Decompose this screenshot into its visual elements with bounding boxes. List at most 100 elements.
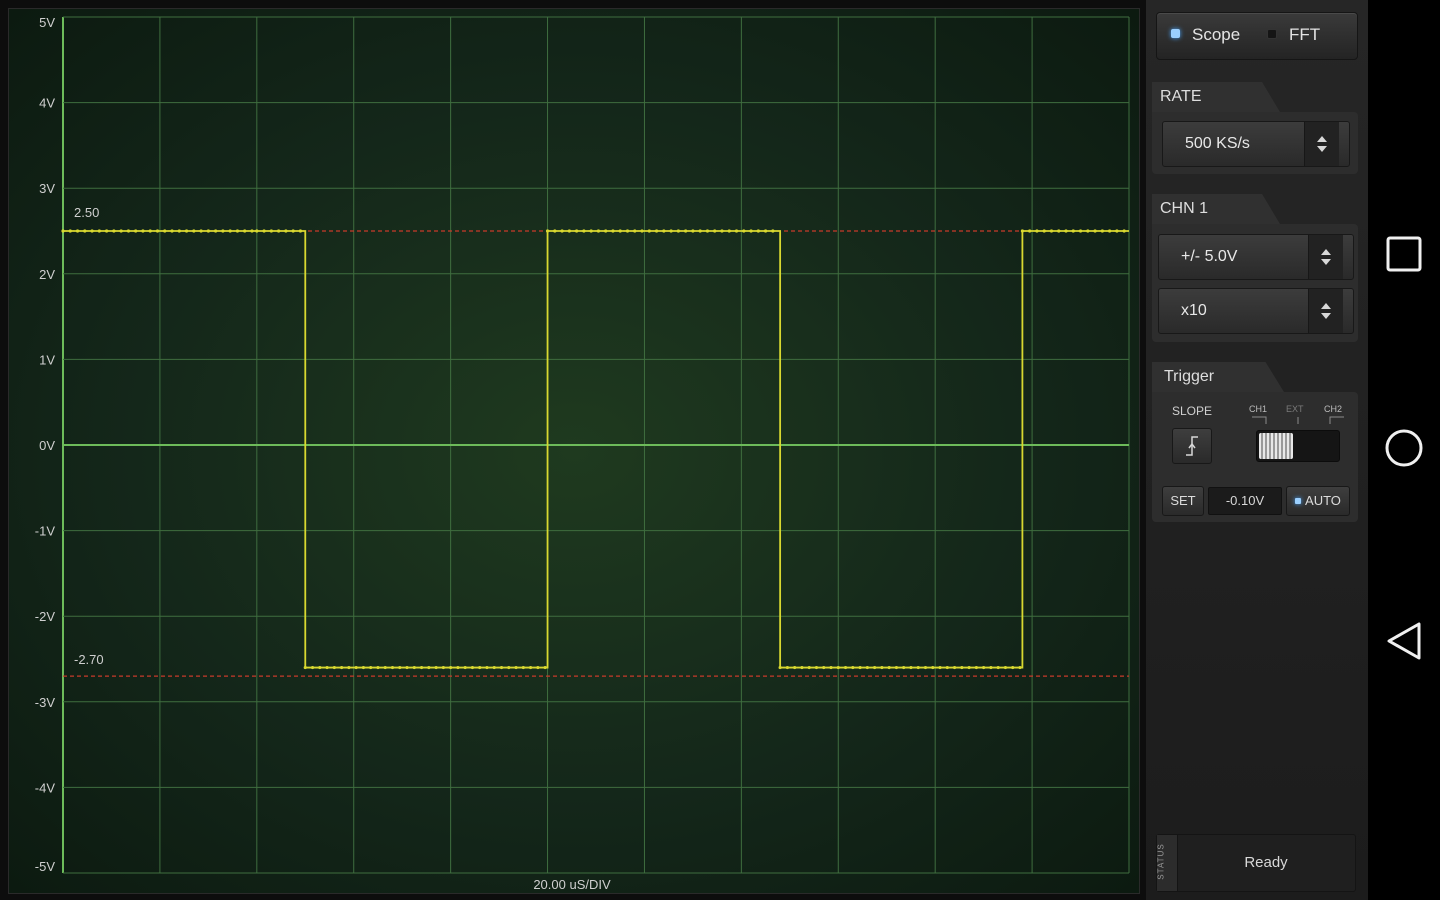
trigger-auto-button[interactable]: AUTO [1286,486,1350,516]
trace-sample-point [192,229,196,233]
trace-sample-point [1100,229,1104,233]
scope-mode-option[interactable]: Scope [1171,25,1240,45]
trace-sample-point [589,229,593,233]
trace-sample-point [873,665,877,670]
select-arrows-icon [1304,122,1339,166]
trace-sample-point [967,665,971,670]
trace-sample-point [543,665,547,670]
rate-title: RATE [1152,82,1280,112]
scope-plot: 5V 4V 3V 2V 1V 0V -1V -2V -3V -4V -5V 2.50 -2.70 20.0… [35,15,1130,892]
trigger-level-field[interactable]: -0.10V [1208,487,1282,515]
source-ext-label: EXT [1286,404,1304,414]
trace-sample-point [1115,229,1119,233]
recent-apps-button[interactable] [1384,234,1424,274]
trace-sample-point [618,229,622,233]
trace-sample-point [284,229,288,233]
trace-sample-point [865,665,869,670]
trace-sample-point [163,229,167,233]
auto-indicator [1295,497,1302,504]
rate-select[interactable]: 500 KS/s [1162,121,1350,167]
y-axis-tick-label: 3V [39,181,55,196]
trace-sample-point [793,665,797,670]
trace-sample-point [785,665,789,670]
scope-radio-indicator [1171,29,1180,39]
trace-sample-point [1108,229,1112,233]
scope-mode-label: Scope [1192,25,1241,44]
trace-sample-point [836,665,840,670]
trace-sample-point [923,665,928,670]
trace-sample-point [633,229,637,233]
trace-sample-point [749,229,753,233]
trace-sample-point [727,229,731,233]
trace-sample-point [560,229,564,233]
trace-sample-point [376,665,380,670]
trace-sample-point [412,665,416,670]
probe-value: x10 [1181,302,1207,319]
trace-sample-point [405,665,409,670]
trace-sample-point [756,229,760,233]
trace-sample-point [1057,229,1061,233]
trace-sample-point [1064,229,1068,233]
fft-mode-label: FFT [1289,25,1321,44]
trace-sample-point [354,665,358,670]
trace-sample-point [398,665,402,670]
back-button[interactable] [1384,621,1424,661]
trace-sample-point [778,665,782,670]
trace-sample-point [148,229,152,233]
trigger-body: SLOPE CH1 EXT CH2 SET -0.10V AUTO [1152,392,1358,522]
trace-sample-point [269,229,273,233]
y-axis-tick-label: -1V [35,524,56,539]
source-selector-ticks [1252,416,1344,424]
rising-edge-icon [1186,436,1198,456]
trace-sample-point [332,665,336,670]
source-ch1-label: CH1 [1249,404,1268,414]
trace-sample-point [676,229,680,233]
y-axis-tick-label: -5V [35,859,56,874]
slope-button[interactable] [1172,428,1212,464]
rate-section: RATE 500 KS/s [1152,82,1358,176]
trace-sample-point [807,665,811,670]
probe-select[interactable]: x10 [1158,288,1354,334]
voltage-range-select[interactable]: +/- 5.0V [1158,234,1354,280]
slider-thumb[interactable] [1259,433,1293,459]
trace-sample-point [134,229,138,233]
scope-display[interactable]: 5V 4V 3V 2V 1V 0V -1V -2V -3V -4V -5V 2.50 -2.70 20.0… [8,8,1140,894]
home-button[interactable] [1384,428,1424,468]
trace-sample-point [894,665,899,670]
trace-sample-point [691,229,695,233]
trace-sample-point [255,229,259,233]
trace-sample-point [553,229,557,233]
select-arrows-icon [1308,289,1343,333]
trace-sample-point [705,229,710,233]
navigation-bar [1368,0,1440,900]
trace-sample-point [155,229,160,233]
trace-sample-point [277,229,281,233]
trace-sample-point [478,665,482,670]
trigger-set-button[interactable]: SET [1162,486,1204,516]
trace-sample-point [1020,229,1024,233]
trace-sample-point [843,665,848,670]
trace-sample-point [318,665,322,670]
fft-mode-option[interactable]: FFT [1267,25,1320,45]
trace-sample-point [713,229,717,233]
trace-sample-point [916,665,920,670]
trace-sample-point [228,229,232,233]
trace-sample-point [141,229,145,233]
trace-sample-point [105,229,109,233]
triangle-back-icon [1387,622,1421,660]
trace-sample-point [1042,229,1046,233]
trace-sample-point [851,665,855,670]
trace-sample-point [126,229,131,233]
trigger-source-slider[interactable] [1256,430,1340,462]
y-axis-tick-label: 5V [39,15,55,30]
cursor-high-label: 2.50 [74,205,99,220]
channel-section: CHN 1 +/- 5.0V x10 [1152,194,1358,342]
trace-sample-point [880,665,884,670]
trace-sample-point [1093,229,1097,233]
mode-toggle[interactable]: Scope FFT [1156,12,1358,60]
trace-sample-point [485,665,489,670]
trace-sample-point [221,229,225,233]
trace-sample-point [763,229,768,233]
trace-sample-point [303,665,307,670]
trace-sample-point [1071,229,1075,233]
